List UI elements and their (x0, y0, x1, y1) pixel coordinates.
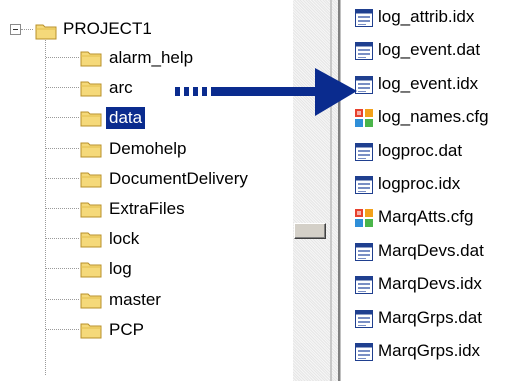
folder-item-log[interactable]: log (106, 258, 135, 280)
data-file-icon (355, 243, 373, 261)
tree-connector (46, 178, 79, 179)
config-file-icon (355, 209, 373, 227)
data-file-icon (355, 143, 373, 161)
scrollbar-thumb[interactable] (294, 223, 326, 239)
tree-connector (46, 299, 79, 300)
pane-divider (330, 0, 332, 381)
folder-icon (80, 49, 102, 67)
file-name: MarqDevs.idx (378, 274, 482, 293)
folder-icon (80, 140, 102, 158)
data-file-icon (355, 310, 373, 328)
arrow-dash (202, 87, 207, 96)
file-name: logproc.idx (378, 174, 461, 193)
tree-connector (46, 117, 79, 118)
folder-item-demohelp[interactable]: Demohelp (106, 138, 190, 160)
folder-icon (80, 321, 102, 339)
pointer-arrow (175, 68, 357, 116)
file-name: MarqGrps.idx (378, 341, 481, 360)
file-name: log_attrib.idx (378, 7, 475, 26)
folder-item-arc[interactable]: arc (106, 77, 136, 99)
tree-connector (46, 148, 79, 149)
tree-connector (46, 238, 79, 239)
data-file-icon (355, 9, 373, 27)
collapse-toggle-icon[interactable] (10, 24, 21, 35)
file-name: log_names.cfg (378, 107, 489, 126)
folder-item-alarm-help[interactable]: alarm_help (106, 47, 196, 69)
folder-item-pcp[interactable]: PCP (106, 319, 147, 341)
data-file-icon (355, 176, 373, 194)
tree-connector (21, 29, 33, 30)
arrow-dash (193, 87, 198, 96)
folder-icon (80, 79, 102, 97)
tree-root-label[interactable]: PROJECT1 (60, 18, 155, 40)
file-list: log_attrib.idx log_event.dat log_event.idx… (341, 0, 527, 381)
arrow-head (315, 68, 357, 116)
folder-icon (80, 109, 102, 127)
folder-icon (80, 230, 102, 248)
folder-item-documentdelivery[interactable]: DocumentDelivery (106, 168, 251, 190)
arrow-dash (175, 87, 180, 96)
folder-item-lock[interactable]: lock (106, 228, 142, 250)
file-name: log_event.dat (378, 40, 481, 59)
folder-tree: PROJECT1 alarm_helparc data Demohelp Docume… (0, 0, 293, 381)
arrow-dash (184, 87, 189, 96)
data-file-icon (355, 276, 373, 294)
file-name: MarqAtts.cfg (378, 207, 474, 226)
file-name: log_event.idx (378, 74, 479, 93)
tree-connector (46, 329, 79, 330)
folder-item-data[interactable]: data (106, 107, 146, 129)
data-file-icon (355, 42, 373, 60)
file-name: MarqDevs.dat (378, 241, 484, 260)
folder-icon (80, 291, 102, 309)
tree-connector (46, 57, 79, 58)
folder-icon (35, 22, 57, 40)
folder-icon (80, 200, 102, 218)
data-file-icon (355, 343, 373, 361)
tree-connector (46, 87, 79, 88)
folder-item-master[interactable]: master (106, 289, 164, 311)
tree-connector (46, 208, 79, 209)
folder-icon (80, 170, 102, 188)
folder-item-extrafiles[interactable]: ExtraFiles (106, 198, 188, 220)
file-name: MarqGrps.dat (378, 308, 482, 327)
tree-connector (46, 268, 79, 269)
folder-icon (80, 260, 102, 278)
file-name: logproc.dat (378, 141, 463, 160)
